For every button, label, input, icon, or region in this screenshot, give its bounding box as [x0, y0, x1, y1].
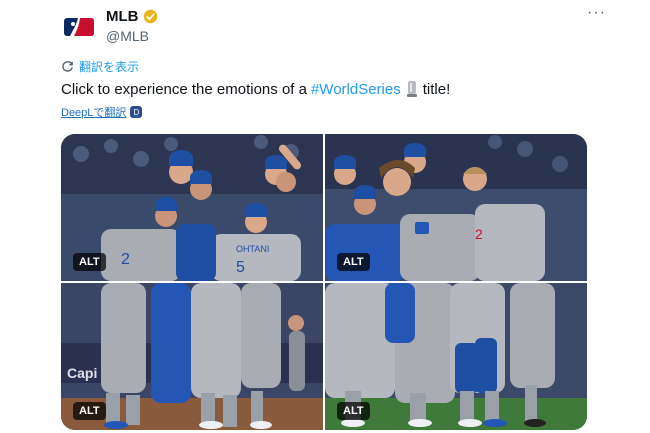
trophy-icon [406, 81, 417, 97]
avatar[interactable] [60, 8, 98, 46]
mlb-logo-icon [64, 18, 94, 36]
translate-link[interactable]: 翻訳を表示 [61, 58, 139, 75]
tweet-text: Click to experience the emotions of a #W… [61, 80, 450, 98]
translate-icon [62, 61, 73, 72]
deepl-logo-icon: D [130, 106, 143, 118]
photo-1[interactable]: 2 OHTANI 5 ALT [61, 134, 323, 281]
tweet-text-before: Click to experience the emotions of a [61, 80, 307, 98]
alt-badge[interactable]: ALT [73, 253, 106, 271]
deepl-label: DeepLで翻訳 [61, 107, 127, 119]
tweet-text-after: title! [422, 80, 451, 98]
display-name-text: MLB [106, 8, 139, 25]
photo-4[interactable]: ALT [325, 283, 587, 430]
hashtag-link[interactable]: #WorldSeries [311, 81, 401, 98]
translate-label: 翻訳を表示 [79, 60, 140, 74]
alt-badge[interactable]: ALT [73, 402, 106, 420]
media-grid: 2 OHTANI 5 ALT 2 ALT Capi ALT ALT [61, 134, 587, 430]
svg-text:OHTANI: OHTANI [236, 244, 269, 254]
photo-2[interactable]: 2 ALT [325, 134, 587, 281]
user-handle[interactable]: @MLB [106, 28, 149, 44]
svg-text:2: 2 [475, 226, 483, 242]
svg-text:Capi: Capi [67, 365, 97, 381]
svg-text:2: 2 [121, 251, 130, 268]
display-name[interactable]: MLB [106, 8, 158, 25]
more-options-button[interactable]: ··· [587, 4, 606, 22]
deepl-translate-link[interactable]: DeepLで翻訳 D [61, 104, 143, 120]
alt-badge[interactable]: ALT [337, 253, 370, 271]
tweet-header: MLB @MLB ··· [60, 4, 605, 48]
alt-badge[interactable]: ALT [337, 402, 370, 420]
photo-3[interactable]: Capi ALT [61, 283, 323, 430]
verified-badge-icon [143, 9, 157, 24]
svg-text:5: 5 [236, 259, 245, 276]
